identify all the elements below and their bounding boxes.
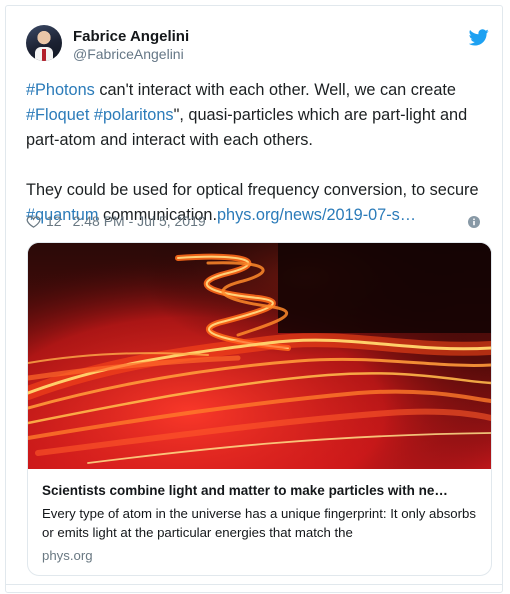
twitter-bird-icon[interactable] bbox=[469, 29, 489, 46]
card-title[interactable]: Scientists combine light and matter to m… bbox=[42, 482, 477, 500]
avatar-tie bbox=[42, 49, 46, 61]
hashtag-link[interactable]: #polaritons bbox=[94, 106, 174, 124]
tweet-text-segment: can't interact with each other. Well, we… bbox=[94, 81, 456, 99]
user-handle[interactable]: @FabriceAngelini bbox=[73, 46, 184, 62]
card-description: Every type of atom in the universe has a… bbox=[42, 506, 476, 540]
tweet-timestamp[interactable]: 2:48 PM - Jul 5, 2019 bbox=[73, 213, 206, 229]
card-image[interactable] bbox=[28, 243, 491, 469]
card-domain: phys.org bbox=[42, 548, 93, 563]
user-name[interactable]: Fabrice Angelini bbox=[73, 28, 189, 45]
card-body[interactable]: Scientists combine light and matter to m… bbox=[28, 470, 491, 563]
info-icon[interactable] bbox=[468, 216, 480, 228]
hashtag-link[interactable]: #Photons bbox=[26, 81, 95, 99]
hashtag-link[interactable]: #Floquet bbox=[26, 106, 89, 124]
heart-icon[interactable] bbox=[26, 214, 41, 229]
tweet-text: #Photons can't interact with each other.… bbox=[26, 78, 491, 228]
embedded-tweet: Fabrice Angelini @FabriceAngelini #Photo… bbox=[5, 5, 503, 593]
divider bbox=[6, 584, 502, 585]
tweet-meta: 12 2:48 PM - Jul 5, 2019 bbox=[26, 213, 206, 229]
tweet-text-segment: They could be used for optical frequency… bbox=[26, 181, 479, 199]
avatar[interactable] bbox=[26, 25, 62, 61]
link-card[interactable]: Scientists combine light and matter to m… bbox=[27, 242, 492, 576]
tweet-paragraph-1: #Photons can't interact with each other.… bbox=[26, 78, 491, 153]
article-link[interactable]: phys.org/news/2019-07-s… bbox=[217, 206, 416, 224]
like-count[interactable]: 12 bbox=[46, 213, 62, 229]
